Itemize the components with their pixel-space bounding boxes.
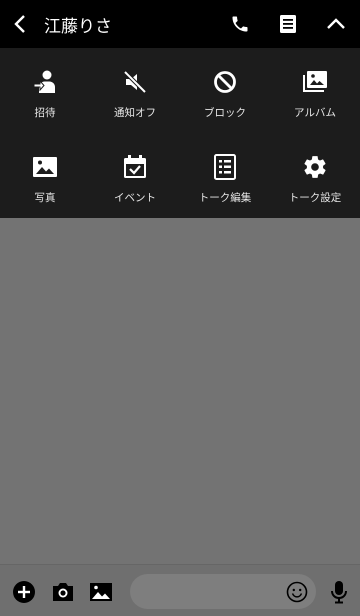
call-button[interactable] — [216, 0, 264, 48]
emoji-button[interactable] — [284, 579, 310, 605]
menu-item-block[interactable]: ブロック — [180, 48, 270, 133]
camera-button[interactable] — [50, 579, 76, 605]
add-button[interactable] — [11, 579, 37, 605]
album-icon — [303, 71, 327, 92]
back-button[interactable] — [0, 0, 40, 48]
menu-label: 招待 — [34, 107, 56, 119]
camera-icon — [53, 583, 73, 601]
menu-item-album[interactable]: アルバム — [270, 48, 360, 133]
block-icon — [214, 71, 236, 93]
menu-item-mute[interactable]: 通知オフ — [90, 48, 180, 133]
chat-title: 江藤りさ — [44, 16, 112, 37]
notes-button[interactable] — [264, 0, 312, 48]
emoji-icon — [286, 581, 308, 603]
image-icon — [90, 583, 112, 601]
event-icon — [124, 155, 146, 178]
menu-label: トーク設定 — [288, 192, 342, 204]
settings-icon — [304, 156, 326, 178]
menu-label: アルバム — [294, 107, 336, 119]
microphone-icon — [331, 581, 347, 604]
menu-label: イベント — [114, 192, 156, 204]
menu-item-talk-settings[interactable]: トーク設定 — [270, 133, 360, 218]
chevron-left-icon — [14, 15, 25, 33]
chevron-up-icon — [327, 18, 345, 29]
chat-header: 江藤りさ — [0, 0, 360, 48]
menu-label: ブロック — [204, 107, 246, 119]
menu-item-event[interactable]: イベント — [90, 133, 180, 218]
mute-icon — [123, 70, 147, 94]
mic-button[interactable] — [326, 579, 352, 605]
menu-item-photo[interactable]: 写真 — [0, 133, 90, 218]
menu-label: トーク編集 — [198, 192, 252, 204]
composer-bar — [0, 564, 360, 616]
photo-icon — [33, 157, 57, 177]
chat-area[interactable] — [0, 218, 360, 564]
phone-icon — [232, 16, 248, 32]
invite-icon — [33, 70, 55, 93]
menu-item-invite[interactable]: 招待 — [0, 48, 90, 133]
collapse-menu-button[interactable] — [312, 0, 360, 48]
image-button[interactable] — [88, 579, 114, 605]
notes-icon — [280, 15, 296, 33]
menu-label: 写真 — [34, 192, 56, 204]
plus-icon — [13, 581, 35, 603]
menu-item-edit-talk[interactable]: トーク編集 — [180, 133, 270, 218]
chat-menu: 招待 通知オフ ブロック アルバム 写真 イベント トーク編集 トーク設定 — [0, 48, 360, 218]
menu-label: 通知オフ — [114, 107, 156, 119]
edit-talk-icon — [214, 154, 236, 180]
